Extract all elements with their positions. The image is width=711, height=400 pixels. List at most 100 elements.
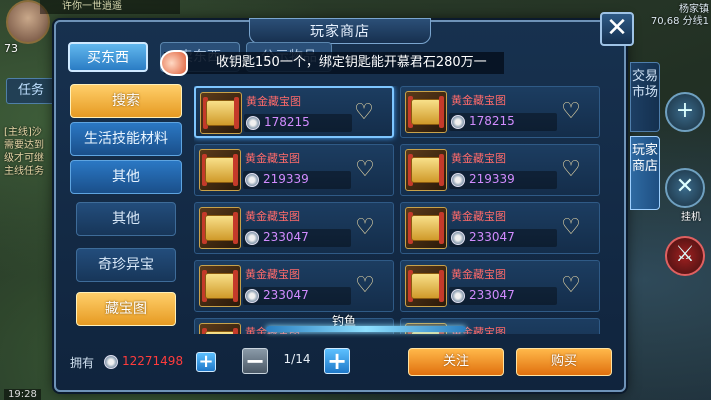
page-prev-button[interactable]: −: [242, 348, 268, 374]
item-card[interactable]: 黄金藏宝图 178215 ♡: [194, 86, 394, 138]
item-price: 219339: [469, 172, 515, 186]
item-price-row: 233047: [243, 287, 351, 305]
quest-line: [主线]沙: [4, 127, 42, 138]
silver-balance: 12271498: [122, 354, 184, 368]
item-price-row: 233047: [449, 287, 557, 305]
favorite-heart-icon[interactable]: ♡: [353, 275, 377, 297]
quest-line: 级才可继: [4, 153, 44, 164]
favorite-heart-icon[interactable]: ♡: [559, 217, 583, 239]
page-next-button[interactable]: +: [324, 348, 350, 374]
expand-plus-icon[interactable]: +: [665, 92, 705, 132]
item-price: 233047: [469, 230, 515, 244]
item-price-row: 178215: [244, 114, 352, 132]
tab-player-shop[interactable]: 玩家商店: [630, 136, 660, 210]
silver-coin-icon: [245, 231, 259, 245]
item-price: 178215: [264, 115, 310, 129]
panel-titlebar: 玩家商店: [116, 18, 564, 44]
player-shop-panel: 玩家商店 ✕ 买东西 卖东西 公示物品 收钥匙150一个，绑定钥匙能开慕君石28…: [54, 12, 634, 392]
minimap-location[interactable]: 杨家镇 70,68 分线1: [651, 4, 709, 28]
treasure-map-icon: [405, 265, 447, 307]
item-card[interactable]: 黄金藏宝图 219339 ♡: [194, 144, 394, 196]
item-name: 黄金藏宝图: [451, 94, 506, 107]
treasure-map-icon: [405, 207, 447, 249]
item-price-row: 219339: [449, 171, 557, 189]
close-button[interactable]: ✕: [600, 12, 634, 46]
silver-coin-icon: [451, 289, 465, 303]
quest-tracker[interactable]: [主线]沙 需要达到 级才可继 主线任务: [4, 126, 56, 178]
add-currency-button[interactable]: +: [196, 352, 216, 372]
item-price: 233047: [263, 230, 309, 244]
location-name: 杨家镇: [679, 4, 709, 15]
silver-coin-icon: [245, 289, 259, 303]
silver-coin-icon: [451, 115, 465, 129]
item-card[interactable]: 黄金藏宝图 178215 ♡: [400, 86, 600, 138]
item-grid: 黄金藏宝图 178215 ♡ 黄金藏宝图 178215 ♡ 黄金藏宝图 2193…: [194, 86, 606, 334]
skill-attack-icon[interactable]: ⚔: [665, 236, 705, 276]
favorite-heart-icon[interactable]: ♡: [353, 159, 377, 181]
location-coords: 70,68 分线1: [650, 16, 709, 27]
player-level: 73: [4, 42, 18, 55]
megaphone-icon: [160, 50, 188, 76]
item-name: 黄金藏宝图: [245, 152, 300, 165]
subcategory-other[interactable]: 其他: [76, 202, 176, 236]
item-price: 233047: [263, 288, 309, 302]
player-name-bar: 许你一世逍遥: [40, 0, 180, 14]
system-clock: 19:28: [4, 389, 41, 400]
treasure-map-icon: [405, 91, 447, 133]
silver-coin-icon: [245, 173, 259, 187]
item-name: 黄金藏宝图: [451, 268, 506, 281]
treasure-map-icon: [199, 207, 241, 249]
player-name: 许你一世逍遥: [62, 1, 122, 12]
tab-buy[interactable]: 买东西: [68, 42, 148, 72]
quest-line: 需要达到: [4, 140, 44, 151]
hangup-label: 挂机: [681, 212, 701, 223]
favorite-heart-icon[interactable]: ♡: [559, 275, 583, 297]
item-name: 黄金藏宝图: [245, 268, 300, 281]
category-life-skill-materials[interactable]: 生活技能材料: [70, 122, 182, 156]
follow-button[interactable]: 关注: [408, 348, 504, 376]
page-indicator: 1/14: [283, 352, 311, 366]
silver-coin-icon: [451, 231, 465, 245]
item-price: 233047: [469, 288, 515, 302]
item-card[interactable]: 黄金藏宝图 233047 ♡: [194, 202, 394, 254]
treasure-map-icon: [405, 149, 447, 191]
item-price: 178215: [469, 114, 515, 128]
announcement-ticker: 收钥匙150一个，绑定钥匙能开慕君石280万一: [164, 52, 504, 74]
favorite-heart-icon[interactable]: ♡: [353, 217, 377, 239]
quest-line: 主线任务: [4, 166, 44, 177]
item-price: 219339: [263, 172, 309, 186]
item-name: 黄金藏宝图: [451, 210, 506, 223]
favorite-heart-icon[interactable]: ♡: [352, 102, 376, 124]
fishing-progress-bar: [266, 326, 466, 332]
item-card[interactable]: 黄金藏宝图 219339 ♡: [400, 144, 600, 196]
treasure-map-icon: [199, 149, 241, 191]
item-price-row: 233047: [449, 229, 557, 247]
favorite-heart-icon[interactable]: ♡: [559, 101, 583, 123]
category-other[interactable]: 其他: [70, 160, 182, 194]
treasure-map-icon: [199, 323, 241, 334]
treasure-map-icon: [199, 265, 241, 307]
task-button[interactable]: 任务: [6, 78, 56, 104]
item-price-row: 219339: [243, 171, 351, 189]
silver-coin-icon: [246, 116, 260, 130]
subcategory-treasure-map[interactable]: 藏宝图: [76, 292, 176, 326]
silver-coin-icon: [451, 173, 465, 187]
tab-trading-market[interactable]: 交易市场: [630, 62, 660, 132]
subcategory-rare-treasures[interactable]: 奇珍异宝: [76, 248, 176, 282]
item-price-row: 233047: [243, 229, 351, 247]
silver-coin-icon: [104, 355, 118, 369]
panel-title: 玩家商店: [249, 18, 431, 44]
crossed-swords-icon[interactable]: ✕: [665, 168, 705, 208]
item-name: 黄金藏宝图: [245, 210, 300, 223]
item-card[interactable]: 黄金藏宝图 233047 ♡: [194, 260, 394, 312]
favorite-heart-icon[interactable]: ♡: [559, 159, 583, 181]
buy-button[interactable]: 购买: [516, 348, 612, 376]
item-card[interactable]: 黄金藏宝图 233047 ♡: [400, 260, 600, 312]
treasure-map-icon: [200, 92, 242, 134]
item-name: 黄金藏宝图: [246, 95, 301, 108]
category-search[interactable]: 搜索: [70, 84, 182, 118]
item-price-row: 178215: [449, 113, 557, 131]
owned-label: 拥有: [70, 356, 95, 370]
item-card[interactable]: 黄金藏宝图 233047 ♡: [400, 202, 600, 254]
item-name: 黄金藏宝图: [451, 152, 506, 165]
